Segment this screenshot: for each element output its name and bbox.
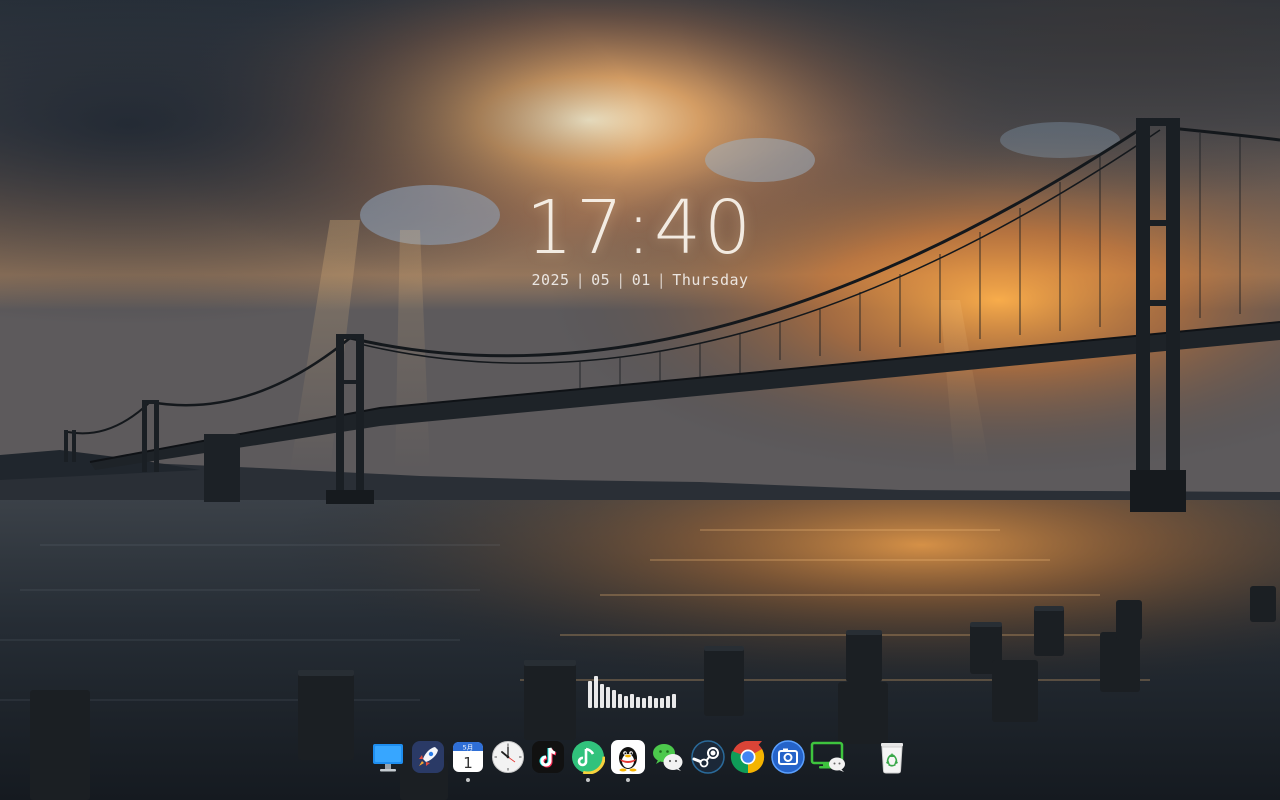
visualizer-bar <box>648 696 652 708</box>
dock-item-steam[interactable] <box>688 737 728 777</box>
visualizer-bar <box>588 681 592 708</box>
clock-year: 2025 <box>531 271 570 289</box>
visualizer-bar <box>594 676 598 708</box>
dock-item-desktop[interactable] <box>368 737 408 777</box>
monitor-icon <box>372 744 403 772</box>
visualizer-bar <box>642 698 646 708</box>
wechat-icon <box>652 744 683 771</box>
visualizer-bar <box>618 694 622 708</box>
date-separator: | <box>616 271 626 289</box>
chrome-icon <box>730 740 765 774</box>
dock-item-qq[interactable] <box>608 737 648 782</box>
visualizer-bar <box>600 684 604 708</box>
clock-widget: 17:40 2025 | 05 | 01 | Thursday <box>440 186 840 290</box>
steam-icon <box>691 740 725 774</box>
audio-visualizer <box>588 672 688 708</box>
visualizer-bar <box>630 694 634 708</box>
dock-item-calendar[interactable]: 5月 1 <box>448 737 488 782</box>
date-separator: | <box>575 271 586 289</box>
wechat-desktop-icon <box>810 741 846 772</box>
dock: 5月 1 <box>368 734 912 782</box>
clock-date: 2025 | 05 | 01 | Thursday <box>440 270 840 290</box>
rocket-icon <box>411 741 444 773</box>
visualizer-bar <box>636 697 640 708</box>
date-separator: | <box>656 271 667 289</box>
dock-item-tiktok[interactable] <box>528 737 568 777</box>
screenshot-icon <box>771 740 805 774</box>
qq-music-icon <box>570 740 605 774</box>
calendar-day-label: 1 <box>463 754 473 772</box>
running-indicator <box>466 778 471 782</box>
clock-time: 17:40 <box>525 185 755 271</box>
dock-item-clock[interactable] <box>488 737 528 777</box>
tiktok-icon <box>531 741 564 773</box>
dock-item-wechat-desktop[interactable] <box>808 737 848 777</box>
dock-item-qq-music[interactable] <box>568 737 608 782</box>
recycle-bin-icon <box>880 743 903 774</box>
clock-day: 01 <box>631 271 651 289</box>
qq-penguin-icon <box>610 740 645 774</box>
calendar-icon: 5月 1 <box>452 742 483 772</box>
dock-item-chrome[interactable] <box>728 737 768 777</box>
visualizer-bar <box>612 690 616 708</box>
desktop[interactable]: 17:40 2025 | 05 | 01 | Thursday 5月 1 <box>0 0 1280 800</box>
visualizer-bar <box>654 698 658 708</box>
clock-icon <box>491 741 524 773</box>
dock-item-screenshot[interactable] <box>768 737 808 777</box>
visualizer-bar <box>672 694 676 708</box>
clock-weekday: Thursday <box>672 271 749 289</box>
calendar-month-label: 5月 <box>463 744 474 752</box>
visualizer-bar <box>666 696 670 708</box>
clock-month: 05 <box>591 271 611 289</box>
visualizer-bar <box>624 696 628 708</box>
visualizer-bar <box>660 698 664 708</box>
dock-item-wechat[interactable] <box>648 737 688 777</box>
visualizer-bar <box>606 687 610 708</box>
dock-item-trash[interactable] <box>872 737 912 777</box>
dock-item-launcher[interactable] <box>408 737 448 777</box>
